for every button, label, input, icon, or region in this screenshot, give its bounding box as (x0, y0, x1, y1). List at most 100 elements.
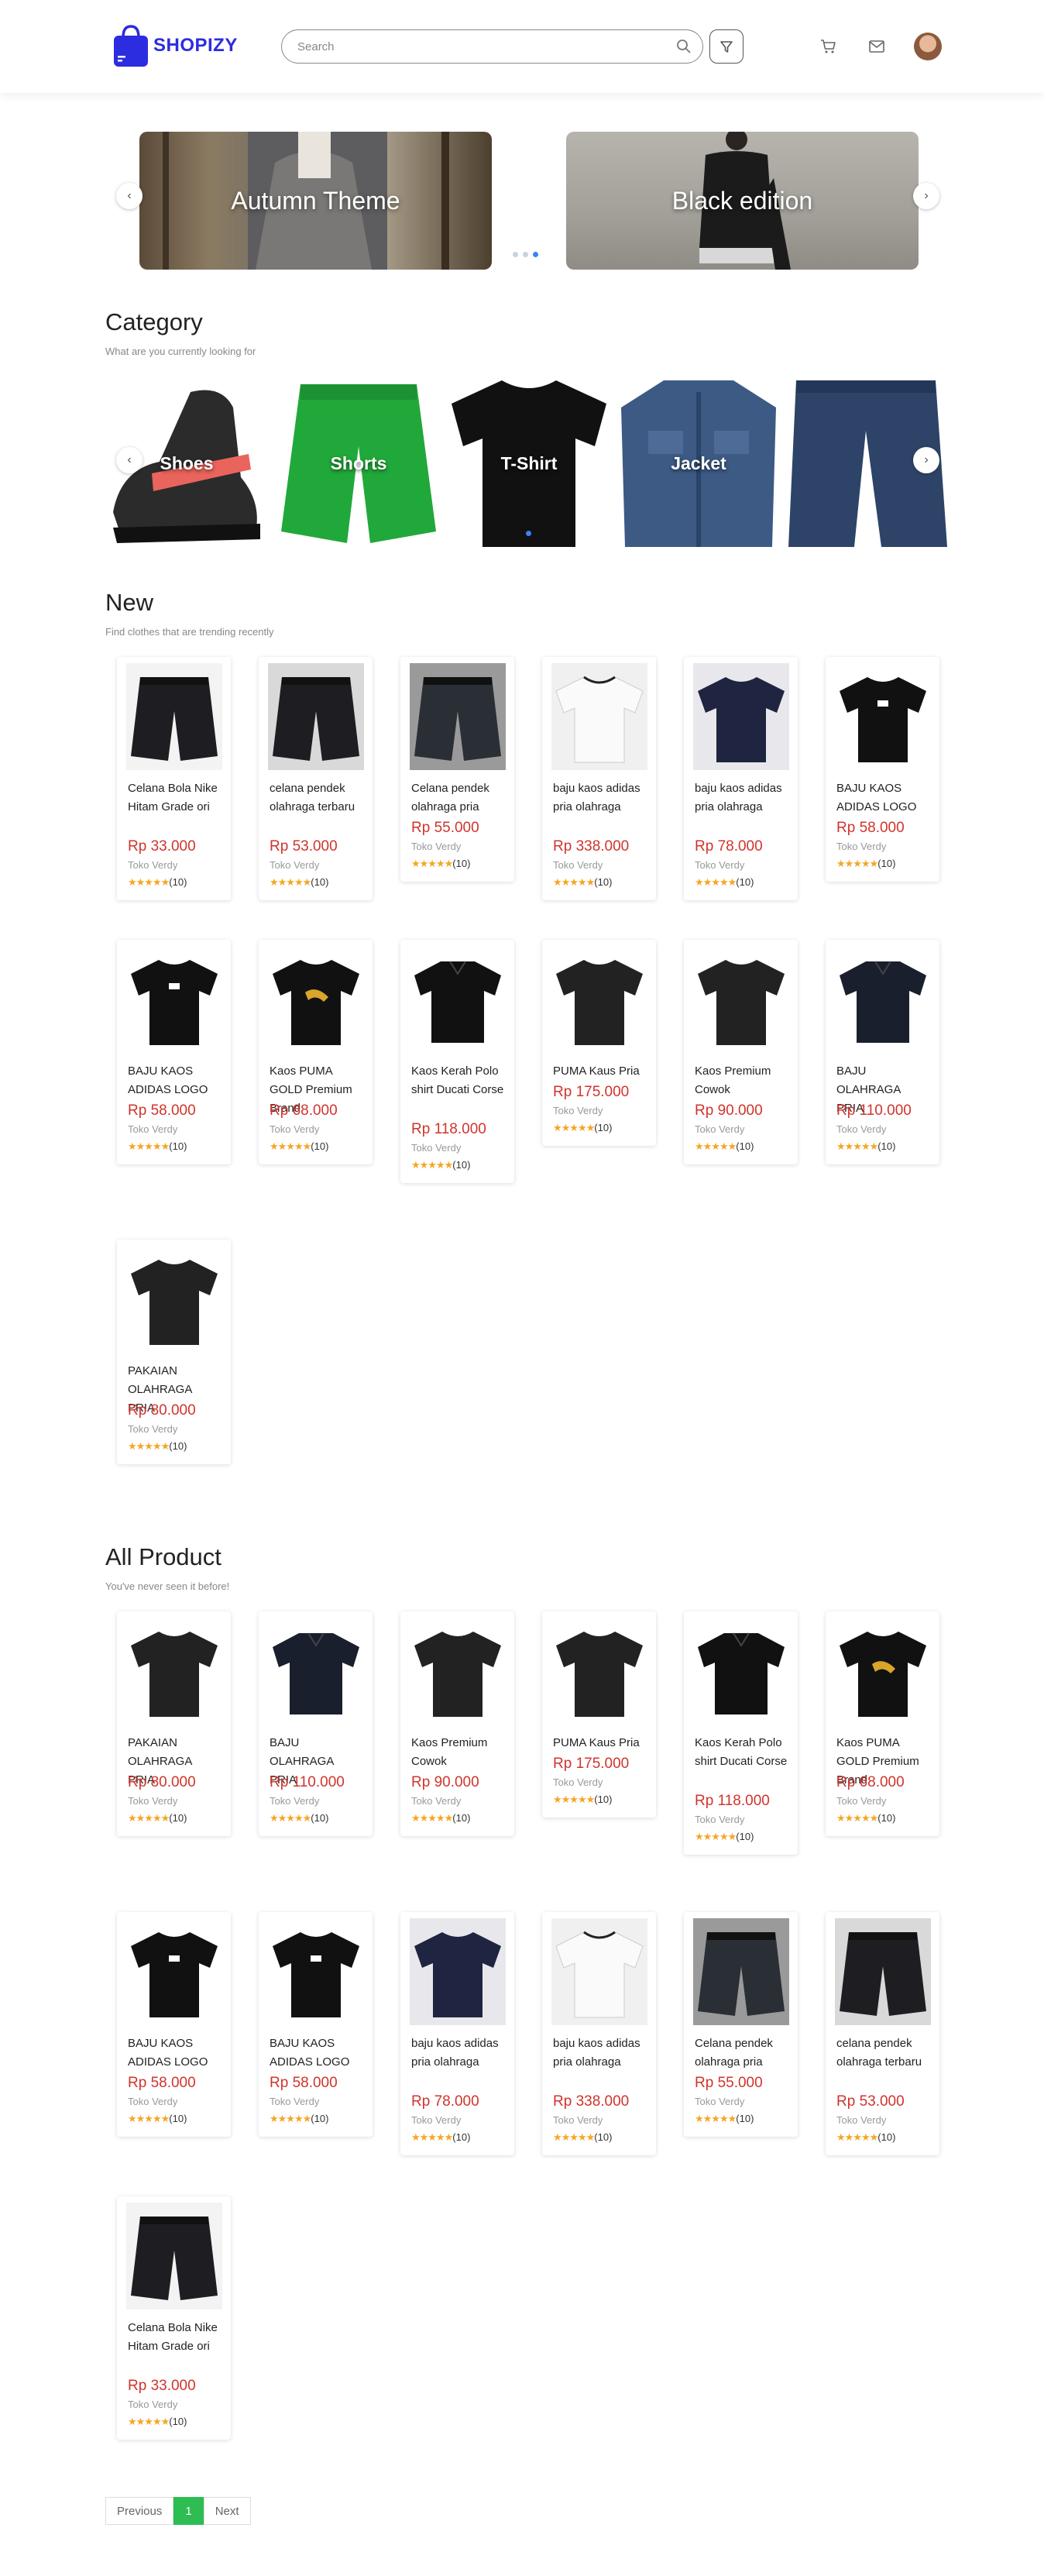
product-name[interactable]: Celana Bola Nike Hitam Grade ori (128, 2319, 221, 2356)
new-title: New (105, 589, 154, 616)
product-name[interactable]: Celana pendek olahraga pria (411, 779, 504, 817)
product-name[interactable]: baju kaos adidas pria olahraga (695, 779, 788, 817)
banner-prev-button[interactable]: ‹ (116, 183, 143, 209)
product-image[interactable] (693, 946, 789, 1053)
next-page-button[interactable]: Next (203, 2497, 251, 2525)
product-image[interactable] (835, 946, 931, 1053)
product-image[interactable] (126, 1618, 222, 1725)
product-image[interactable] (835, 1618, 931, 1725)
product-card[interactable]: Kaos PUMA GOLD Premium Brand Rp 68.000 Tok… (259, 940, 373, 1164)
product-card[interactable]: celana pendek olahraga terbaru Rp 53.000 T… (826, 1912, 939, 2155)
product-name[interactable]: baju kaos adidas pria olahraga (553, 779, 646, 817)
product-image[interactable] (126, 1918, 222, 2025)
product-card[interactable]: BAJU KAOS ADIDAS LOGO Rp 58.000 Toko Verdy… (117, 940, 231, 1164)
category-prev-button[interactable]: ‹ (116, 447, 143, 473)
product-name[interactable]: celana pendek olahraga terbaru (270, 779, 362, 817)
product-card[interactable]: PUMA Kaus Pria Rp 175.000 Toko Verdy ★★★★★(… (542, 1611, 656, 1818)
category-tshirt[interactable]: T-Shirt (448, 377, 610, 550)
carousel-dot-active[interactable] (526, 531, 531, 536)
star-icon: ★★★★★ (695, 1831, 737, 1842)
product-name[interactable]: BAJU KAOS ADIDAS LOGO (128, 1062, 221, 1099)
product-image[interactable] (693, 663, 789, 770)
product-card[interactable]: Kaos Kerah Polo shirt Ducati Corse Rp 118… (684, 1611, 798, 1855)
search-input[interactable] (297, 40, 676, 53)
product-name[interactable]: PUMA Kaus Pria (553, 1062, 646, 1081)
product-image[interactable] (410, 663, 506, 770)
search-icon[interactable] (676, 39, 692, 54)
category-next-button[interactable]: › (913, 447, 939, 473)
product-image[interactable] (268, 1918, 364, 2025)
banner-next-button[interactable]: › (913, 183, 939, 209)
product-image[interactable] (126, 663, 222, 770)
product-card[interactable]: Celana pendek olahraga pria Rp 55.000 Toko… (400, 657, 514, 882)
category-shorts[interactable]: Shorts (277, 377, 440, 550)
previous-page-button[interactable]: Previous (105, 2497, 174, 2525)
product-image[interactable] (410, 946, 506, 1053)
product-card[interactable]: BAJU OLAHRAGA PRIA Rp 110.000 Toko Verdy ★★… (826, 940, 939, 1164)
product-card[interactable]: BAJU KAOS ADIDAS LOGO Rp 58.000 Toko Verdy… (259, 1912, 373, 2137)
carousel-dot-active[interactable] (533, 252, 538, 257)
product-card[interactable]: Kaos PUMA GOLD Premium Brand Rp 68.000 Tok… (826, 1611, 939, 1836)
product-price: Rp 118.000 (695, 1793, 770, 1809)
product-card[interactable]: celana pendek olahraga terbaru Rp 53.000 T… (259, 657, 373, 900)
product-card[interactable]: PUMA Kaus Pria Rp 175.000 Toko Verdy ★★★★★(… (542, 940, 656, 1146)
cart-icon[interactable] (818, 36, 840, 57)
product-name[interactable]: BAJU KAOS ADIDAS LOGO (836, 779, 929, 817)
carousel-dot[interactable] (513, 252, 518, 257)
product-image[interactable] (551, 663, 647, 770)
mail-icon[interactable] (866, 36, 888, 57)
product-image[interactable] (268, 663, 364, 770)
product-card[interactable]: Celana Bola Nike Hitam Grade ori Rp 33.00… (117, 657, 231, 900)
product-image[interactable] (551, 1618, 647, 1725)
product-card[interactable]: BAJU KAOS ADIDAS LOGO Rp 58.000 Toko Verdy… (117, 1912, 231, 2137)
product-card[interactable]: Kaos Premium Cowok Rp 90.000 Toko Verdy ★★★… (684, 940, 798, 1164)
product-name[interactable]: Celana pendek olahraga pria (695, 2034, 788, 2072)
product-card[interactable]: Celana Bola Nike Hitam Grade ori Rp 33.00… (117, 2196, 231, 2440)
product-name[interactable]: baju kaos adidas pria olahraga (553, 2034, 646, 2072)
banner-autumn[interactable]: Autumn Theme (139, 132, 492, 270)
filter-icon (720, 41, 733, 53)
product-card[interactable]: Celana pendek olahraga pria Rp 55.000 Toko… (684, 1912, 798, 2137)
product-card[interactable]: BAJU KAOS ADIDAS LOGO Rp 58.000 Toko Verdy… (826, 657, 939, 882)
banner-black-edition[interactable]: Black edition (566, 132, 919, 270)
product-image[interactable] (693, 1918, 789, 2025)
product-image[interactable] (268, 946, 364, 1053)
product-image[interactable] (410, 1918, 506, 2025)
product-image[interactable] (126, 1246, 222, 1353)
product-card[interactable]: Kaos Premium Cowok Rp 90.000 Toko Verdy ★★★… (400, 1611, 514, 1836)
product-image[interactable] (410, 1618, 506, 1725)
product-name[interactable]: Celana Bola Nike Hitam Grade ori (128, 779, 221, 817)
product-name[interactable]: celana pendek olahraga terbaru (836, 2034, 929, 2072)
product-card[interactable]: BAJU OLAHRAGA PRIA Rp 110.000 Toko Verdy ★★… (259, 1611, 373, 1836)
product-image[interactable] (268, 1618, 364, 1725)
product-name[interactable]: Kaos Kerah Polo shirt Ducati Corse (695, 1734, 788, 1771)
product-card[interactable]: Kaos Kerah Polo shirt Ducati Corse Rp 118… (400, 940, 514, 1183)
product-image[interactable] (693, 1618, 789, 1725)
product-image[interactable] (835, 663, 931, 770)
product-image[interactable] (551, 1918, 647, 2025)
product-image[interactable] (835, 1918, 931, 2025)
product-card[interactable]: PAKAIAN OLAHRAGA PRIA Rp 80.000 Toko Verdy… (117, 1240, 231, 1464)
category-jacket[interactable]: Jacket (617, 377, 780, 550)
filter-button[interactable] (709, 29, 744, 64)
product-card[interactable]: baju kaos adidas pria olahraga Rp 338.000… (542, 657, 656, 900)
product-name[interactable]: Kaos Premium Cowok (695, 1062, 788, 1099)
product-card[interactable]: baju kaos adidas pria olahraga Rp 78.000 T… (684, 657, 798, 900)
product-name[interactable]: BAJU KAOS ADIDAS LOGO (128, 2034, 221, 2072)
user-avatar[interactable] (914, 33, 942, 60)
product-card[interactable]: baju kaos adidas pria olahraga Rp 78.000 T… (400, 1912, 514, 2155)
product-name[interactable]: Kaos Premium Cowok (411, 1734, 504, 1771)
carousel-dot[interactable] (523, 252, 528, 257)
product-name[interactable]: BAJU KAOS ADIDAS LOGO (270, 2034, 362, 2072)
product-card[interactable]: PAKAIAN OLAHRAGA PRIA Rp 80.000 Toko Verdy… (117, 1611, 231, 1836)
search-bar[interactable] (281, 29, 703, 64)
page-1-button[interactable]: 1 (173, 2497, 204, 2525)
product-name[interactable]: PUMA Kaus Pria (553, 1734, 646, 1752)
product-name[interactable]: Kaos Kerah Polo shirt Ducati Corse (411, 1062, 504, 1099)
product-name[interactable]: baju kaos adidas pria olahraga (411, 2034, 504, 2072)
product-image[interactable] (126, 2203, 222, 2309)
product-card[interactable]: baju kaos adidas pria olahraga Rp 338.000… (542, 1912, 656, 2155)
product-image[interactable] (551, 946, 647, 1053)
brand-logo[interactable]: SHOPIZY (112, 23, 238, 68)
product-image[interactable] (126, 946, 222, 1053)
